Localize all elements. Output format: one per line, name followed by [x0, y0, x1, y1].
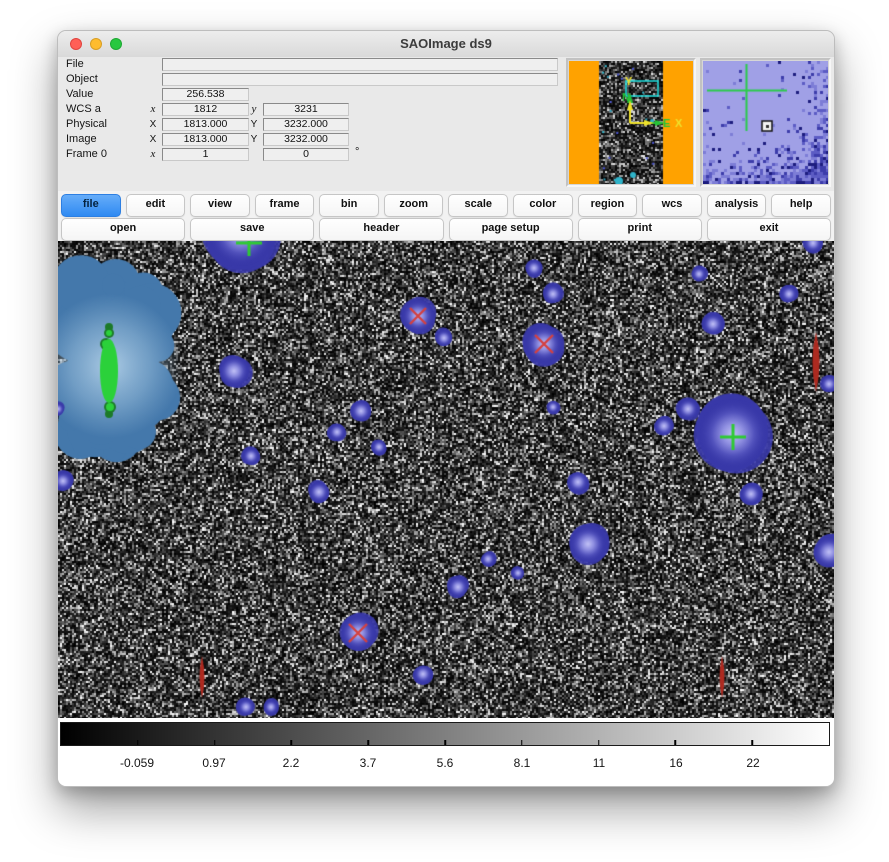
physical-label: Physical [66, 118, 107, 131]
image-y-axis-label: Y [248, 133, 260, 146]
colorbar-tick [675, 740, 677, 745]
object-label: Object [66, 73, 98, 86]
physical-y-axis-label: Y [248, 118, 260, 131]
menu-button-help[interactable]: help [771, 194, 831, 217]
menu-row-file-actions: open save header page setup print exit [61, 218, 831, 239]
value-label: Value [66, 88, 93, 101]
menu-button-header[interactable]: header [319, 218, 443, 241]
menu-button-zoom[interactable]: zoom [384, 194, 444, 217]
frame-zoom-field[interactable]: 1 [162, 148, 249, 161]
menu-button-analysis[interactable]: analysis [707, 194, 767, 217]
colorbar-tick-label: 11 [593, 756, 605, 770]
menu-button-wcs[interactable]: wcs [642, 194, 702, 217]
colorbar-tick [444, 740, 446, 745]
colorbar-tick [598, 740, 600, 745]
image-display[interactable] [58, 241, 834, 718]
colorbar-tick [521, 740, 523, 745]
wcs-x-field[interactable]: 1812 [162, 103, 249, 116]
physical-x-axis-label: X [147, 118, 159, 131]
colorbar-tick [291, 740, 293, 745]
physical-x-field[interactable]: 1813.000 [162, 118, 249, 131]
image-x-axis-label: X [147, 133, 159, 146]
title-bar[interactable]: SAOImage ds9 [58, 31, 834, 58]
panner-canvas[interactable] [569, 61, 693, 184]
menu-row-main: file edit view frame bin zoom scale colo… [61, 194, 831, 215]
menu-button-color[interactable]: color [513, 194, 573, 217]
image-label: Image [66, 133, 97, 146]
window-title: SAOImage ds9 [58, 36, 834, 51]
colorbar-tick-label: -0.059 [120, 756, 154, 770]
colorbar-tick [367, 740, 369, 745]
physical-y-field[interactable]: 3232.000 [263, 118, 349, 131]
image-y-field[interactable]: 3232.000 [263, 133, 349, 146]
wcs-y-axis-label: y [248, 103, 260, 116]
menu-button-region[interactable]: region [578, 194, 638, 217]
value-field[interactable]: 256.538 [162, 88, 249, 101]
degree-symbol: ° [355, 146, 359, 158]
colorbar-tick [214, 740, 216, 745]
colorbar-tick-label: 0.97 [202, 756, 225, 770]
colorbar-tick-label: 2.2 [283, 756, 300, 770]
object-field[interactable] [162, 73, 558, 86]
colorbar-tick [137, 740, 139, 745]
menu-bar: file edit view frame bin zoom scale colo… [58, 191, 834, 241]
menu-button-save[interactable]: save [190, 218, 314, 241]
menu-button-print[interactable]: print [578, 218, 702, 241]
colorbar: -0.059 0.97 2.2 3.7 5.6 8.1 11 16 22 [58, 718, 834, 786]
frame-x-axis-label: x [147, 148, 159, 161]
file-field[interactable] [162, 58, 558, 71]
menu-button-page-setup[interactable]: page setup [449, 218, 573, 241]
colorbar-tick-label: 8.1 [514, 756, 531, 770]
desktop: { "window": { "title": "SAOImage ds9" },… [0, 0, 889, 862]
magnifier-panel[interactable] [700, 58, 831, 187]
frame-rotation-field[interactable]: 0 [263, 148, 349, 161]
colorbar-tick-label: 16 [669, 756, 682, 770]
ds9-window: SAOImage ds9 File Object Value 256.538 W… [57, 30, 835, 787]
magnifier-canvas[interactable] [703, 61, 828, 184]
colorbar-tick [751, 740, 753, 745]
menu-button-frame[interactable]: frame [255, 194, 315, 217]
info-panel: File Object Value 256.538 WCS a x 1812 y… [58, 57, 834, 191]
menu-button-edit[interactable]: edit [126, 194, 186, 217]
menu-button-file[interactable]: file [61, 194, 121, 217]
colorbar-gradient[interactable] [60, 722, 830, 746]
colorbar-tick-label: 22 [746, 756, 759, 770]
colorbar-tick-label: 5.6 [437, 756, 454, 770]
menu-button-open[interactable]: open [61, 218, 185, 241]
menu-button-exit[interactable]: exit [707, 218, 831, 241]
frame-label: Frame 0 [66, 148, 107, 161]
colorbar-tick-label: 3.7 [360, 756, 377, 770]
wcs-label: WCS a [66, 103, 101, 116]
panner-panel[interactable] [566, 58, 696, 187]
wcs-y-field[interactable]: 3231 [263, 103, 349, 116]
image-x-field[interactable]: 1813.000 [162, 133, 249, 146]
menu-button-bin[interactable]: bin [319, 194, 379, 217]
menu-button-view[interactable]: view [190, 194, 250, 217]
file-label: File [66, 58, 84, 71]
wcs-x-axis-label: x [147, 103, 159, 116]
menu-button-scale[interactable]: scale [448, 194, 508, 217]
